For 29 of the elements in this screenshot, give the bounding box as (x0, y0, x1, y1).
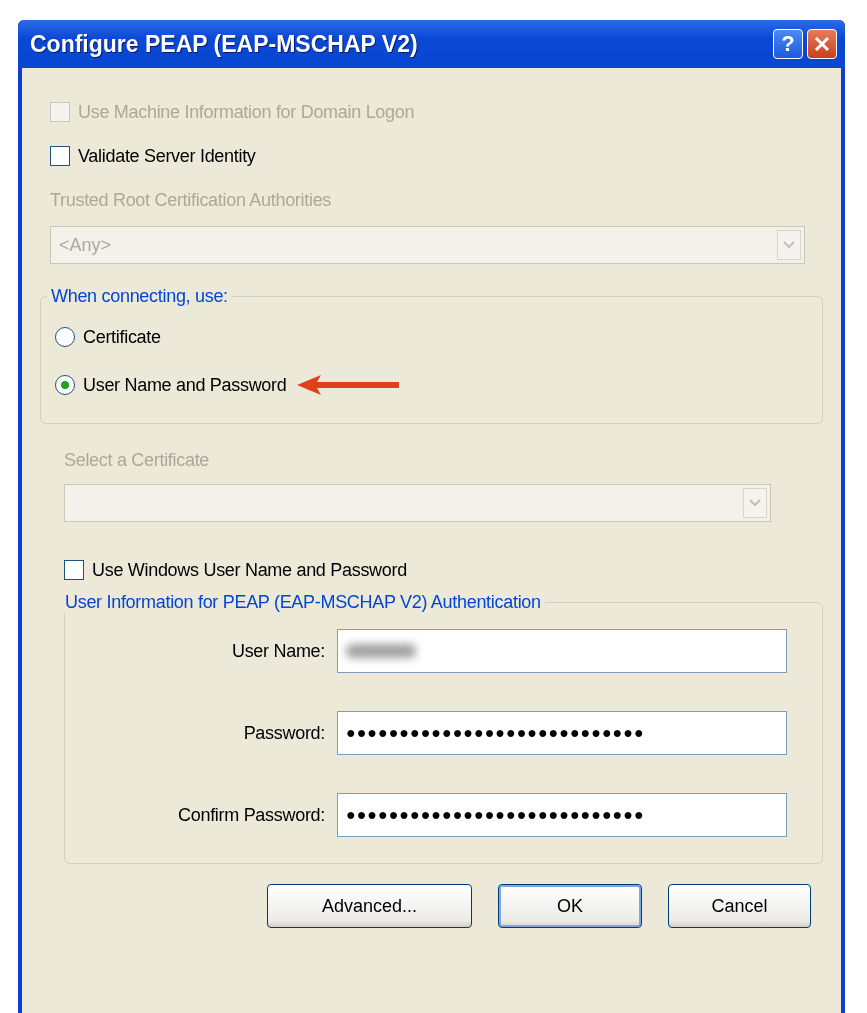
radio-button[interactable] (55, 327, 75, 347)
radio-button[interactable] (55, 375, 75, 395)
field-label: Password: (242, 722, 325, 744)
field-label: User Name: (230, 640, 325, 662)
field-label: Confirm Password: (177, 804, 325, 826)
radio-label: User Name and Password (83, 374, 287, 396)
chevron-down-icon (783, 241, 795, 249)
close-button[interactable] (807, 29, 837, 59)
field-label: Trusted Root Certification Authorities (50, 189, 332, 211)
blurred-text (346, 644, 416, 658)
chevron-down-icon (749, 499, 761, 507)
radio-label: Certificate (83, 326, 161, 348)
input-field[interactable] (337, 629, 787, 673)
checkbox[interactable] (64, 560, 84, 580)
close-icon (814, 36, 830, 52)
checkbox-label: Validate Server Identity (78, 145, 256, 167)
password-field[interactable]: ●●●●●●●●●●●●●●●●●●●●●●●●●●●● (337, 793, 787, 837)
group-title: User Information for PEAP (EAP-MSCHAP V2) Authentication (64, 592, 542, 613)
checkbox-label: Use Machine Information for Domain Logon (78, 101, 415, 123)
field-label: Select a Certificate (64, 449, 210, 471)
dialog-button[interactable]: Cancel (668, 884, 811, 928)
checkbox[interactable] (50, 146, 70, 166)
password-field[interactable]: ●●●●●●●●●●●●●●●●●●●●●●●●●●●● (337, 711, 787, 755)
dialog-button[interactable]: Advanced... (267, 884, 472, 928)
group-title: When connecting, use: (50, 286, 229, 307)
checkbox-label: Use Windows User Name and Password (92, 559, 407, 581)
help-button[interactable]: ? (773, 29, 803, 59)
dialog-button[interactable]: OK (498, 884, 642, 928)
window-title: Configure PEAP (EAP-MSCHAP V2) (30, 30, 419, 58)
